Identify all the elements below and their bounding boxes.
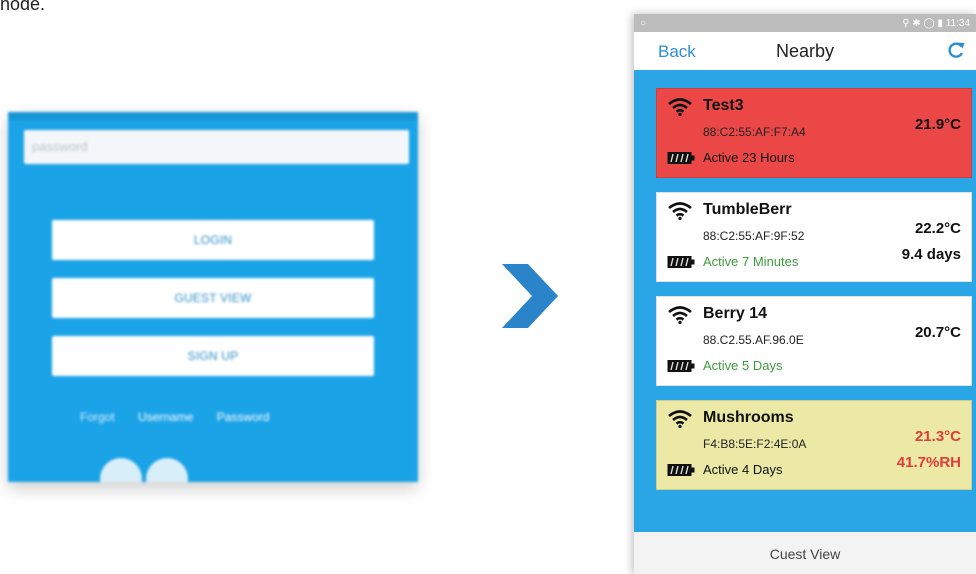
status-icons: ⚲ ✱ ◯ ▮ (902, 17, 943, 29)
device-extra-value: 9.4 days (901, 246, 961, 263)
text-fragment: node. (0, 0, 46, 14)
password-field[interactable]: password (24, 130, 409, 164)
battery-icon (667, 360, 695, 372)
status-bar: ○ ⚲ ✱ ◯ ▮ 11:34 (634, 14, 976, 32)
device-mac: F4:B8:5E:F2:4E:0A (703, 437, 807, 451)
chevron-right-icon (502, 264, 558, 328)
device-extra-value: 41.7%RH (896, 454, 961, 471)
sign-up-button[interactable]: SIGN UP (52, 336, 374, 376)
refresh-icon[interactable] (946, 40, 966, 60)
login-screen-preview: password LOGIN GUEST VIEW SIGN UP Forgot… (8, 112, 418, 482)
wifi-icon (668, 306, 692, 324)
device-mac: 88:C2:55:AF:9F:52 (703, 229, 805, 243)
device-mac: 88.C2.55.AF.96.0E (703, 333, 804, 347)
phone-screen: ○ ⚲ ✱ ◯ ▮ 11:34 Back Nearby Test3 88:C2:… (634, 14, 976, 574)
page-title: Nearby (775, 41, 835, 61)
device-name: TumbleBerr (703, 201, 792, 218)
device-temperature: 21.3°C (914, 428, 961, 445)
battery-icon (667, 152, 695, 164)
device-temperature: 22.2°C (914, 220, 961, 237)
social-icon[interactable] (100, 458, 142, 482)
forgot-username-link[interactable]: Username (138, 410, 193, 424)
status-right: ⚲ ✱ ◯ ▮ 11:34 (902, 18, 970, 29)
forgot-row: Forgot Username Password (80, 410, 289, 424)
device-name: Berry 14 (703, 305, 768, 322)
signal-icon: ○ (640, 17, 647, 29)
status-time: 11:34 (945, 17, 970, 29)
device-card[interactable]: Test3 88:C2:55:AF:F7:A4 Active 23 Hours … (656, 88, 972, 178)
device-card[interactable]: Berry 14 88.C2.55.AF.96.0E Active 5 Days… (656, 296, 972, 386)
battery-icon (667, 256, 695, 268)
app-bar: Back Nearby (634, 32, 976, 70)
wifi-icon (668, 202, 692, 220)
device-temperature: 20.7°C (914, 324, 961, 341)
device-mac: 88:C2:55:AF:F7:A4 (703, 125, 806, 139)
device-active-time: Active 4 Days (703, 462, 783, 477)
wifi-icon (668, 410, 692, 428)
login-button[interactable]: LOGIN (52, 220, 374, 260)
device-card[interactable]: Mushrooms F4:B8:5E:F2:4E:0A Active 4 Day… (656, 400, 972, 490)
forgot-label: Forgot (80, 410, 115, 424)
social-icon[interactable] (146, 458, 188, 482)
forgot-password-link[interactable]: Password (217, 410, 270, 424)
device-active-time: Active 5 Days (703, 358, 783, 373)
panel-top-edge (8, 112, 418, 120)
battery-icon (667, 464, 695, 476)
device-temperature: 21.9°C (914, 116, 961, 133)
guest-view-button[interactable]: GUEST VIEW (52, 278, 374, 318)
device-name: Test3 (703, 97, 744, 114)
wifi-icon (668, 98, 692, 116)
device-name: Mushrooms (703, 409, 794, 426)
guest-view-button[interactable]: Cuest View (634, 532, 976, 574)
device-card[interactable]: TumbleBerr 88:C2:55:AF:9F:52 Active 7 Mi… (656, 192, 972, 282)
device-active-time: Active 23 Hours (703, 150, 795, 165)
device-active-time: Active 7 Minutes (703, 254, 799, 269)
